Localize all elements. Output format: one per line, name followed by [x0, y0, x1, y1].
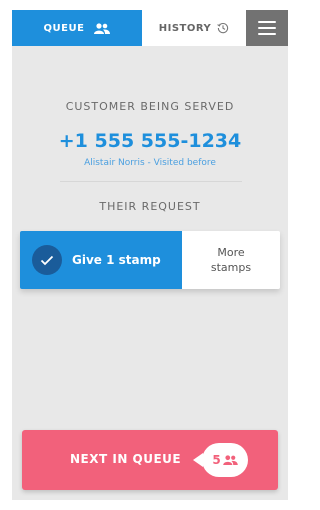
- people-icon: [94, 22, 111, 34]
- request-caption: THEIR REQUEST: [99, 200, 201, 213]
- hamburger-menu-icon: [258, 21, 276, 23]
- next-in-queue-button[interactable]: NEXT IN QUEUE 5: [22, 430, 278, 490]
- more-stamps-line2: stamps: [210, 261, 252, 274]
- menu-button[interactable]: [246, 10, 288, 46]
- request-options: Give 1 stamp More stamps: [20, 231, 280, 289]
- queue-count-badge: 5: [193, 443, 248, 477]
- divider: [60, 181, 242, 182]
- next-in-queue-label: NEXT IN QUEUE: [70, 452, 182, 466]
- check-icon: [32, 245, 62, 275]
- tab-queue[interactable]: QUEUE: [12, 10, 142, 46]
- app-screen: QUEUE HISTORY CUSTOMER BEING SERVED +1 5…: [12, 10, 288, 500]
- serving-caption: CUSTOMER BEING SERVED: [65, 100, 235, 113]
- people-icon: [222, 455, 238, 465]
- queue-count-value: 5: [212, 453, 221, 467]
- customer-info: Alistair Norris - Visited before: [84, 158, 216, 168]
- give-stamp-option[interactable]: Give 1 stamp: [20, 231, 182, 289]
- tab-queue-label: QUEUE: [43, 22, 85, 34]
- customer-phone: +1 555 555-1234: [58, 130, 242, 152]
- tab-history-label: HISTORY: [158, 22, 212, 34]
- history-icon: [217, 23, 229, 34]
- more-stamps-line1: More: [217, 246, 245, 259]
- tab-history[interactable]: HISTORY: [142, 10, 246, 46]
- top-nav: QUEUE HISTORY: [12, 10, 288, 46]
- give-stamp-label: Give 1 stamp: [72, 253, 161, 267]
- more-stamps-option[interactable]: More stamps: [182, 231, 280, 289]
